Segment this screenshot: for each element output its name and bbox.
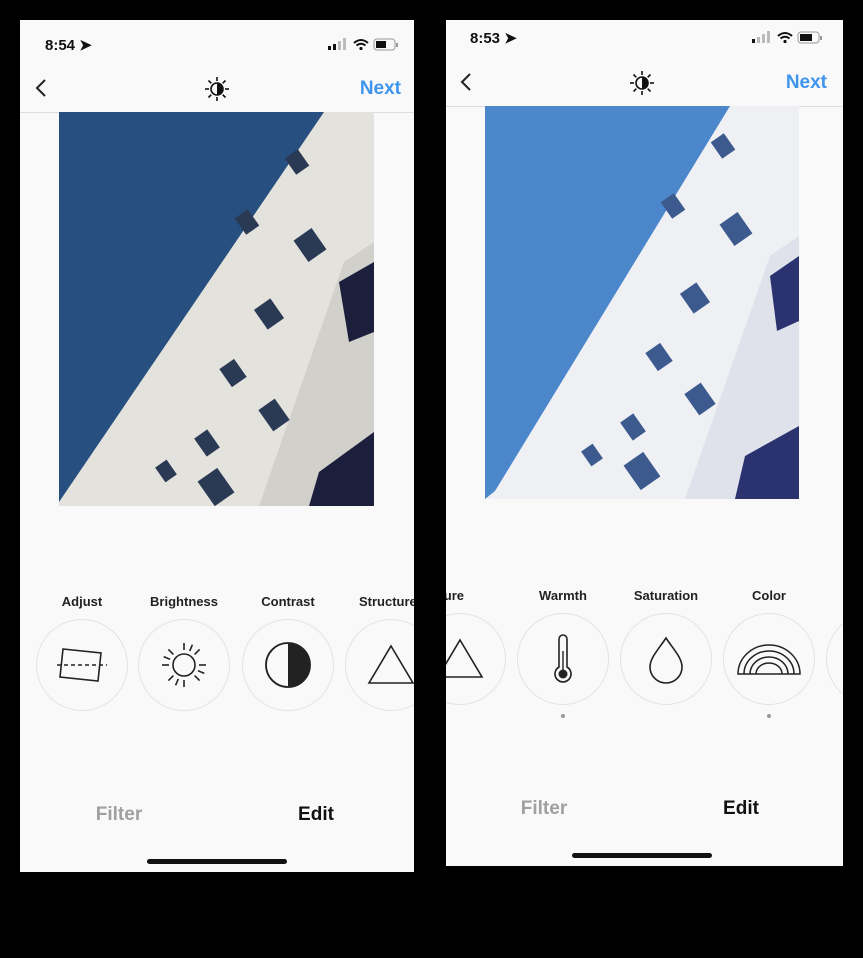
photo-preview (485, 106, 799, 499)
photo-preview (59, 112, 374, 506)
next-button[interactable]: Next (360, 78, 401, 100)
tool-warmth[interactable] (517, 613, 609, 705)
status-time: 8:54 ➤ (45, 37, 92, 54)
location-icon: ➤ (504, 30, 517, 47)
tab-filter[interactable]: Filter (494, 798, 594, 820)
tool-next-partial[interactable] (826, 613, 843, 705)
tool-label: Contrast (261, 594, 315, 609)
lux-icon[interactable] (204, 76, 230, 102)
triangle-icon (367, 644, 414, 684)
tool-color[interactable] (723, 613, 815, 705)
tool-label: Warmth (539, 588, 587, 603)
tool-saturation[interactable] (620, 613, 712, 705)
triangle-icon (446, 638, 484, 678)
adjust-icon (57, 648, 107, 682)
lux-icon[interactable] (629, 70, 655, 96)
contrast-icon (265, 642, 311, 688)
status-icons (328, 38, 398, 51)
status-time: 8:53 ➤ (470, 30, 517, 47)
tool-label: Structure (359, 594, 414, 609)
tool-label: Saturation (633, 588, 699, 603)
phone-screen-right: 8:53 ➤ Next Structure Warmth Saturation … (446, 20, 843, 866)
tool-label: Adjust (61, 594, 103, 609)
back-button[interactable] (459, 72, 473, 92)
tool-label: Brightness (150, 594, 218, 609)
tab-edit[interactable]: Edit (691, 798, 791, 820)
modified-indicator (767, 714, 771, 718)
tool-label: Color (752, 588, 786, 603)
rainbow-icon (737, 644, 801, 675)
phone-screen-left: 8:54 ➤ Next Adjust Brightness Contrast S… (20, 20, 414, 872)
tool-label: Structure (446, 588, 464, 603)
tab-filter[interactable]: Filter (69, 804, 169, 826)
thermometer-icon (554, 634, 572, 683)
tool-contrast[interactable] (242, 619, 334, 711)
sun-icon (162, 643, 206, 687)
location-icon: ➤ (79, 37, 92, 54)
tool-adjust[interactable] (36, 619, 128, 711)
home-indicator[interactable] (147, 859, 287, 864)
tool-structure[interactable] (446, 613, 506, 705)
status-icons (752, 31, 822, 44)
tool-structure[interactable] (345, 619, 414, 711)
tool-brightness[interactable] (138, 619, 230, 711)
next-button[interactable]: Next (786, 72, 827, 94)
modified-indicator (561, 714, 565, 718)
drop-icon (649, 636, 683, 684)
home-indicator[interactable] (572, 853, 712, 858)
tab-edit[interactable]: Edit (266, 804, 366, 826)
back-button[interactable] (34, 78, 48, 98)
